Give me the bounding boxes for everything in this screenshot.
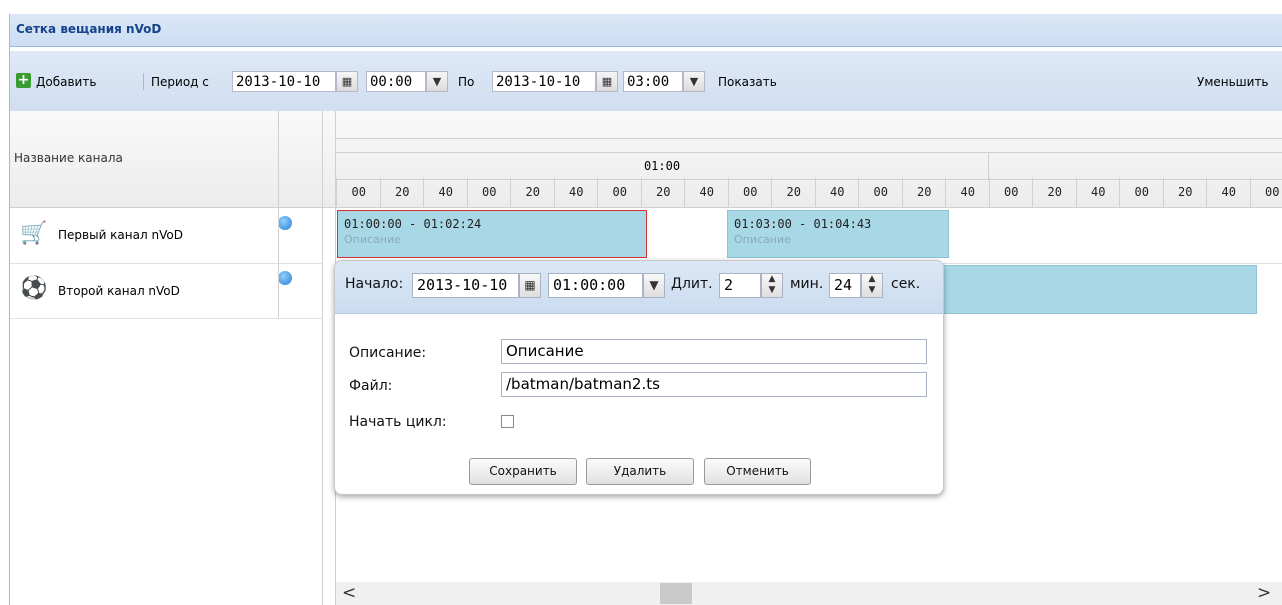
calendar-icon[interactable]: ▦ <box>519 273 541 298</box>
scroll-right-icon[interactable]: > <box>1257 583 1271 603</box>
sec-label: сек. <box>891 276 921 292</box>
schedule-event-selected[interactable]: 01:00:00 - 01:02:24 Описание <box>337 210 647 258</box>
scroll-left-icon[interactable]: < <box>342 583 356 603</box>
cancel-button[interactable]: Отменить <box>704 458 811 485</box>
hour-cell-next <box>988 152 1282 180</box>
column-divider <box>322 208 323 605</box>
minute-tick: 00 <box>336 178 381 207</box>
event-description: Описание <box>734 233 791 246</box>
minute-tick: 20 <box>1162 178 1208 207</box>
toolbar: + Добавить Период с 2013-10-10 ▦ 00:00 ▼… <box>10 51 1282 112</box>
seconds-stepper-icon[interactable]: ▲ ▼ <box>861 273 883 298</box>
description-input[interactable]: Описание <box>501 339 927 364</box>
zoom-out-button[interactable]: Уменьшить <box>1197 75 1269 89</box>
start-time-field[interactable]: 01:00:00 <box>548 273 643 298</box>
chevron-down-icon[interactable]: ▼ <box>683 71 705 92</box>
minute-tick: 20 <box>1032 178 1077 207</box>
hour-label: 01:00 <box>336 152 988 180</box>
minutes-field[interactable]: 2 <box>719 273 761 298</box>
minute-tick: 00 <box>1119 178 1164 207</box>
file-input[interactable]: /batman/batman2.ts <box>501 372 927 397</box>
event-time: 01:03:00 - 01:04:43 <box>734 217 872 231</box>
event-time: 01:00:00 - 01:02:24 <box>344 217 482 231</box>
shopping-cart-icon: 🛒 <box>20 221 48 246</box>
refresh-icon[interactable] <box>278 271 292 285</box>
column-divider <box>322 111 323 207</box>
calendar-icon[interactable]: ▦ <box>596 71 618 92</box>
seconds-field[interactable]: 24 <box>829 273 861 298</box>
soccer-ball-icon: ⚽ <box>20 276 48 301</box>
schedule-event[interactable]: 01:03:00 - 01:04:43 Описание <box>727 210 949 258</box>
file-label: Файл: <box>349 378 393 394</box>
to-label: По <box>458 75 475 89</box>
start-label: Начало: <box>345 276 404 292</box>
min-label: мин. <box>790 276 824 292</box>
editor-header: Начало: 2013-10-10 ▦ 01:00:00 ▼ Длит. 2 … <box>335 261 943 314</box>
minute-tick: 40 <box>1206 178 1251 207</box>
column-divider <box>278 111 279 207</box>
channel-row[interactable]: 🛒 Первый канал nVoD <box>10 208 322 264</box>
minute-tick: 00 <box>597 178 642 207</box>
minute-tick: 40 <box>684 178 729 207</box>
minute-tick: 40 <box>814 178 860 207</box>
minute-tick: 20 <box>771 178 816 207</box>
minute-tick: 40 <box>553 178 599 207</box>
minute-tick: 00 <box>1249 178 1282 207</box>
channel-name-header: Название канала <box>14 151 123 165</box>
minute-tick: 00 <box>988 178 1034 207</box>
show-button[interactable]: Показать <box>718 75 777 89</box>
period-from-label: Период с <box>151 75 209 89</box>
minute-tick: 20 <box>640 178 686 207</box>
delete-button[interactable]: Удалить <box>586 458 694 485</box>
chevron-down-icon[interactable]: ▼ <box>426 71 448 92</box>
minute-tick: 00 <box>858 178 903 207</box>
schedule-event[interactable] <box>937 265 1257 314</box>
chevron-down-icon[interactable]: ▼ <box>643 273 665 298</box>
panel-titlebar: Сетка вещания nVoD <box>10 14 1282 47</box>
minute-tick: 40 <box>423 178 468 207</box>
channel-row[interactable]: ⚽ Второй канал nVoD <box>10 263 322 319</box>
header-rule <box>336 138 1282 139</box>
minute-tick: 20 <box>379 178 425 207</box>
channel-name: Первый канал nVoD <box>58 228 183 242</box>
scrollbar-thumb[interactable] <box>660 583 692 604</box>
save-button[interactable]: Сохранить <box>469 458 577 485</box>
minute-tick: 20 <box>901 178 947 207</box>
calendar-icon[interactable]: ▦ <box>336 71 358 92</box>
add-icon[interactable]: + <box>16 73 31 88</box>
from-date-field[interactable]: 2013-10-10 <box>232 71 336 92</box>
channel-name: Второй канал nVoD <box>58 284 180 298</box>
column-divider <box>278 208 279 318</box>
loop-label: Начать цикл: <box>349 414 447 430</box>
minute-tick: 00 <box>466 178 512 207</box>
from-time-field[interactable]: 00:00 <box>366 71 426 92</box>
add-button[interactable]: Добавить <box>36 75 96 89</box>
minute-tick: 40 <box>945 178 990 207</box>
grid-header: Название канала 01:00 00 20 40 00 20 40 00 20 40… <box>10 111 1282 208</box>
loop-checkbox[interactable] <box>501 415 514 428</box>
horizontal-scrollbar[interactable]: < > <box>336 582 1282 605</box>
minute-tick: 20 <box>510 178 555 207</box>
duration-label: Длит. <box>671 276 713 292</box>
to-date-field[interactable]: 2013-10-10 <box>492 71 596 92</box>
minutes-stepper-icon[interactable]: ▲ ▼ <box>761 273 783 298</box>
refresh-icon[interactable] <box>278 216 292 230</box>
event-description: Описание <box>344 233 401 246</box>
panel-title: Сетка вещания nVoD <box>16 22 162 36</box>
toolbar-separator <box>143 73 144 90</box>
to-time-field[interactable]: 03:00 <box>623 71 683 92</box>
event-editor-popup: Начало: 2013-10-10 ▦ 01:00:00 ▼ Длит. 2 … <box>334 260 944 495</box>
minute-tick: 40 <box>1075 178 1121 207</box>
minute-tick: 00 <box>727 178 773 207</box>
description-label: Описание: <box>349 345 427 361</box>
start-date-field[interactable]: 2013-10-10 <box>412 273 519 298</box>
